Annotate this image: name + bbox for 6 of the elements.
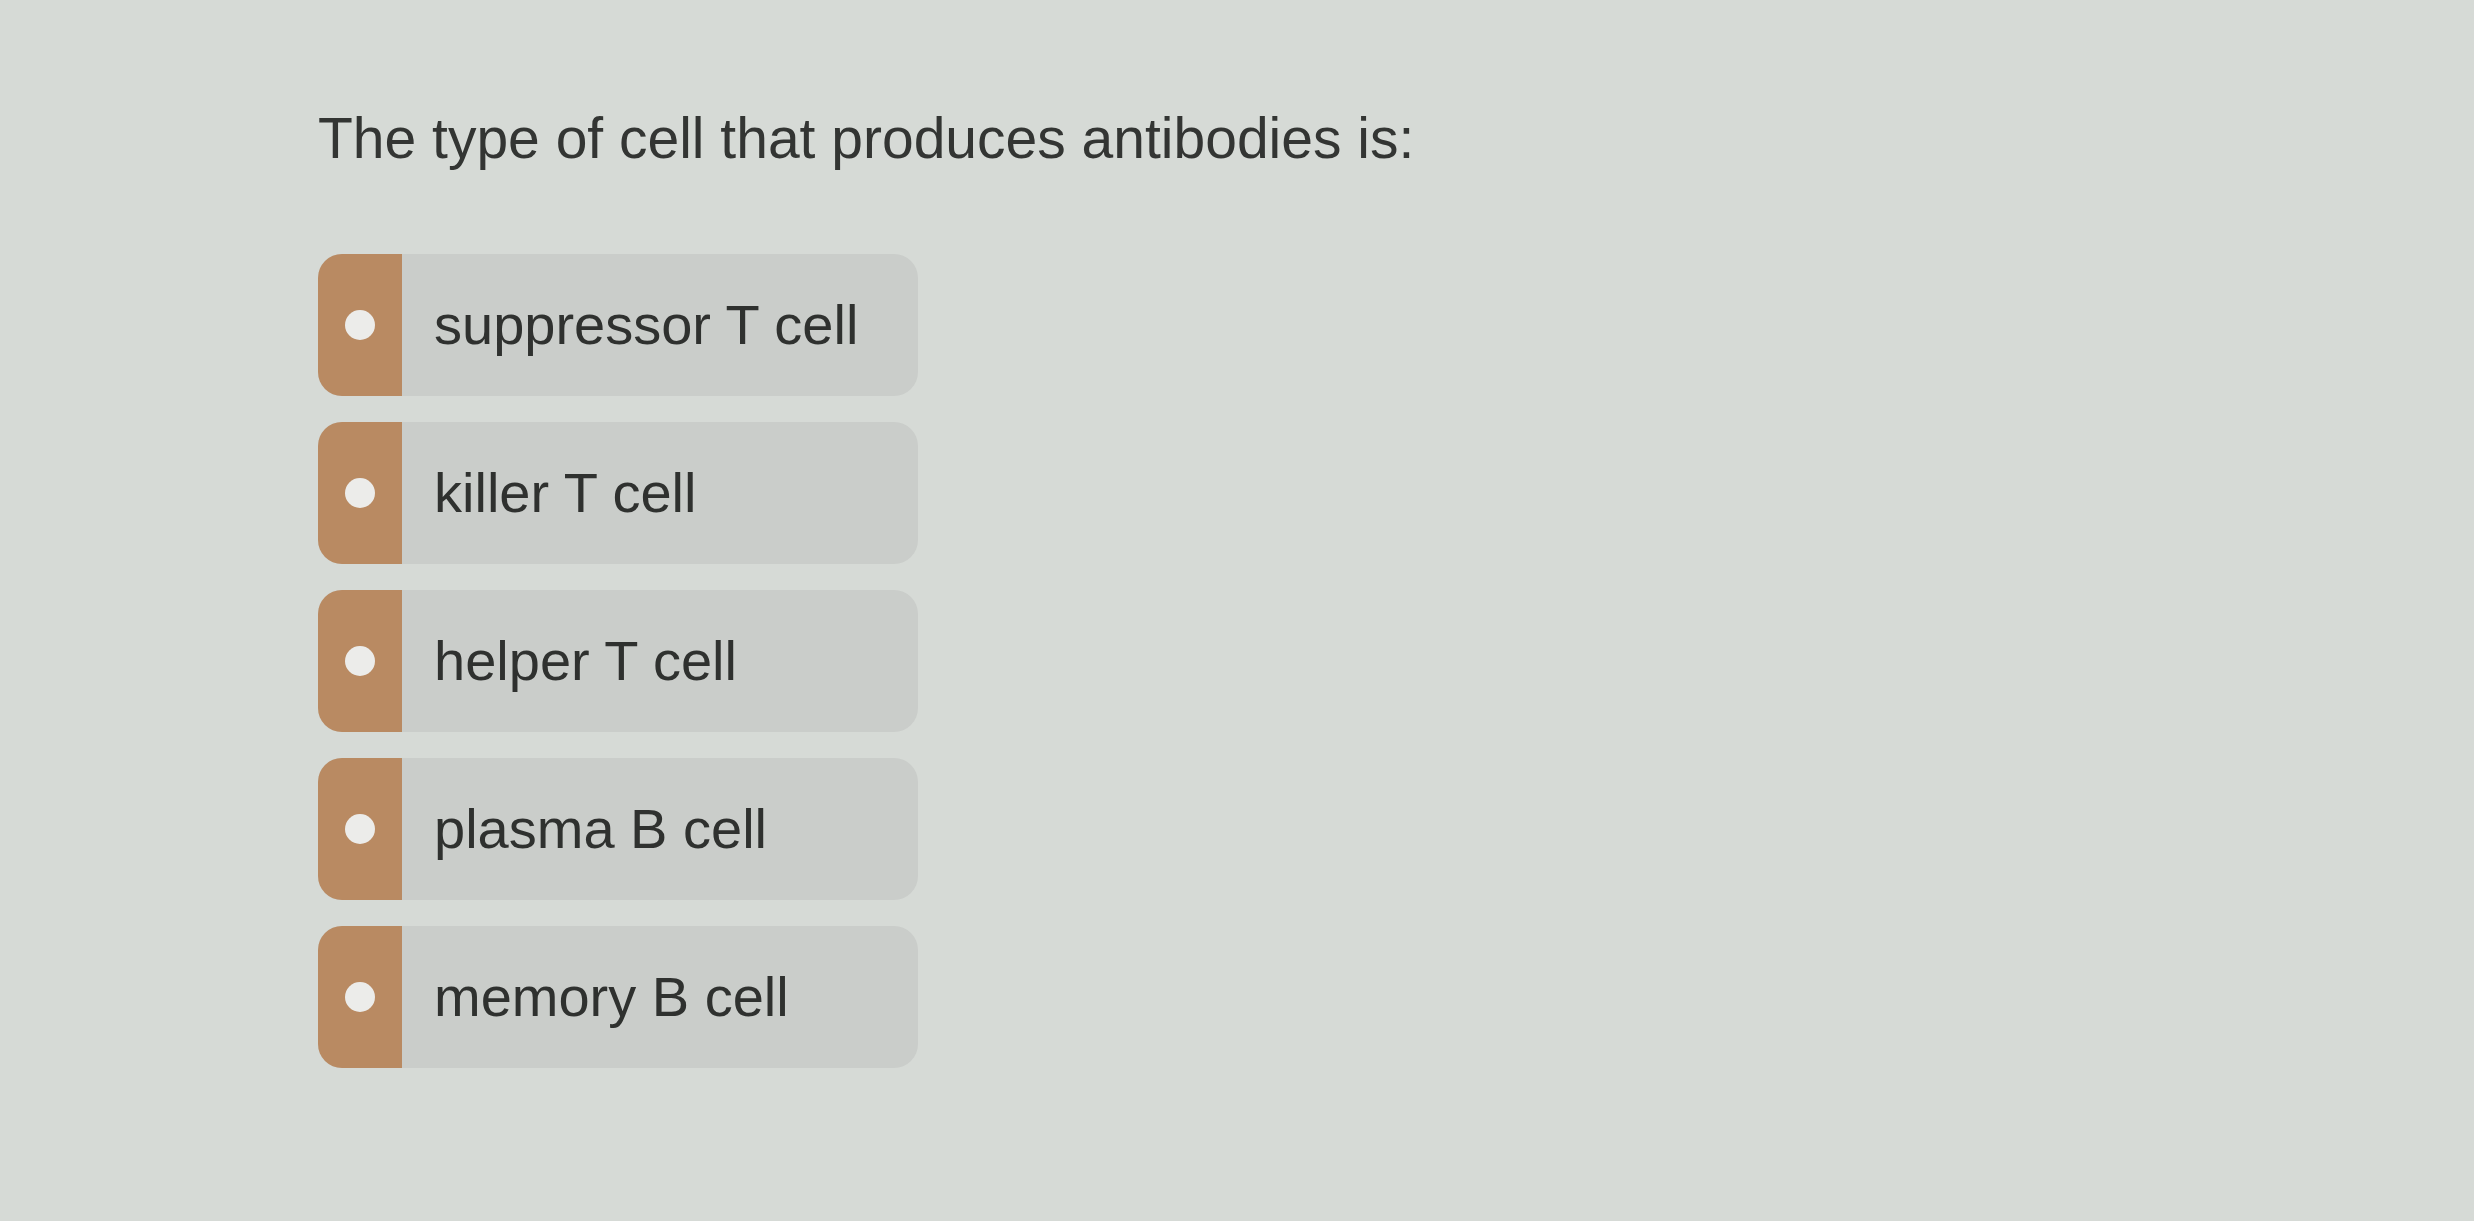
question-text: The type of cell that produces antibodies is: [318,105,1415,172]
answer-option[interactable]: memory B cell [318,926,918,1068]
answer-option[interactable]: helper T cell [318,590,918,732]
answer-option[interactable]: killer T cell [318,422,918,564]
answer-option[interactable]: suppressor T cell [318,254,918,396]
answer-option[interactable]: plasma B cell [318,758,918,900]
